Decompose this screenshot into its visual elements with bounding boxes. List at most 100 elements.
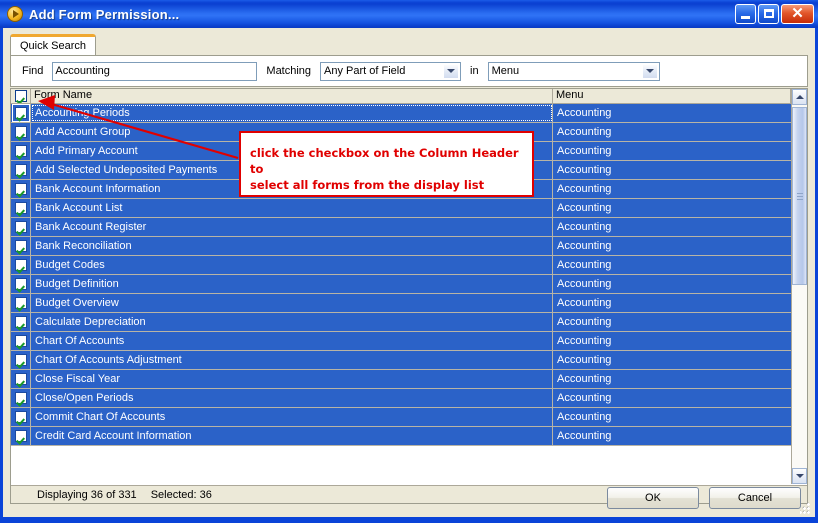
maximize-button[interactable] xyxy=(758,4,779,24)
table-row[interactable]: Bank Reconciliation Accounting xyxy=(11,237,807,256)
table-row[interactable]: Accounting Periods Accounting xyxy=(11,104,807,123)
row-checkbox-cell[interactable] xyxy=(11,256,31,274)
row-checkbox-cell[interactable] xyxy=(11,199,31,217)
row-checkbox-cell[interactable] xyxy=(11,294,31,312)
select-all-checkbox[interactable] xyxy=(14,90,27,102)
row-checkbox[interactable] xyxy=(14,259,27,271)
table-row[interactable]: Close Fiscal Year Accounting xyxy=(11,370,807,389)
row-checkbox-cell[interactable] xyxy=(11,237,31,255)
row-checkbox[interactable] xyxy=(14,107,27,119)
cell-menu: Accounting xyxy=(557,430,612,442)
row-checkbox[interactable] xyxy=(14,297,27,309)
column-header-menu[interactable]: Menu xyxy=(553,89,791,103)
play-circle-icon xyxy=(7,6,23,22)
cell-menu: Accounting xyxy=(557,278,612,290)
row-checkbox[interactable] xyxy=(14,164,27,176)
row-checkbox-cell[interactable] xyxy=(11,161,31,179)
row-checkbox[interactable] xyxy=(14,145,27,157)
ok-button[interactable]: OK xyxy=(607,487,699,509)
row-checkbox-cell[interactable] xyxy=(11,180,31,198)
matching-select[interactable]: Any Part of Field xyxy=(320,61,462,81)
table-row[interactable]: Bank Account Register Accounting xyxy=(11,218,807,237)
grid-vertical-scrollbar[interactable] xyxy=(791,89,807,484)
row-checkbox-cell[interactable] xyxy=(11,427,31,445)
in-field-select-value: Menu xyxy=(491,65,520,77)
find-label: Find xyxy=(22,65,44,77)
scroll-up-button[interactable] xyxy=(792,89,807,105)
row-checkbox[interactable] xyxy=(14,411,27,423)
row-checkbox[interactable] xyxy=(14,373,27,385)
quick-search-panel: Find Matching Any Part of Field in Menu xyxy=(10,55,808,87)
row-checkbox[interactable] xyxy=(14,278,27,290)
cell-menu: Accounting xyxy=(557,335,612,347)
row-checkbox[interactable] xyxy=(14,335,27,347)
grid-header-row: Form Name Menu xyxy=(11,89,807,104)
cell-form-name: Commit Chart Of Accounts xyxy=(31,408,553,426)
row-checkbox[interactable] xyxy=(14,202,27,214)
scrollbar-grip-icon xyxy=(797,193,803,200)
table-row[interactable]: Calculate Depreciation Accounting xyxy=(11,313,807,332)
cell-menu: Accounting xyxy=(557,240,612,252)
close-button[interactable]: ✕ xyxy=(781,4,814,24)
cell-menu: Accounting xyxy=(557,373,612,385)
row-checkbox[interactable] xyxy=(14,354,27,366)
table-row[interactable]: Budget Codes Accounting xyxy=(11,256,807,275)
minimize-button[interactable] xyxy=(735,4,756,24)
minimize-icon xyxy=(741,16,750,19)
cell-form-name: Budget Overview xyxy=(31,294,553,312)
row-checkbox-cell[interactable] xyxy=(11,142,31,160)
scrollbar-track[interactable] xyxy=(792,105,807,468)
row-checkbox-cell[interactable] xyxy=(11,123,31,141)
table-row[interactable]: Bank Account List Accounting xyxy=(11,199,807,218)
row-checkbox[interactable] xyxy=(14,221,27,233)
cell-menu: Accounting xyxy=(557,411,612,423)
row-checkbox-cell[interactable] xyxy=(11,104,31,122)
row-checkbox[interactable] xyxy=(14,126,27,138)
row-checkbox-cell[interactable] xyxy=(11,408,31,426)
scrollbar-thumb[interactable] xyxy=(792,107,807,285)
cell-menu: Accounting xyxy=(557,202,612,214)
cell-form-name: Close/Open Periods xyxy=(31,389,553,407)
cell-menu: Accounting xyxy=(557,221,612,233)
select-all-header-cell[interactable] xyxy=(11,89,31,103)
cell-menu: Accounting xyxy=(557,392,612,404)
annotation-callout: click the checkbox on the Column Header … xyxy=(239,131,534,197)
table-row[interactable]: Credit Card Account Information Accountin… xyxy=(11,427,807,446)
tab-quick-search[interactable]: Quick Search xyxy=(10,34,97,56)
window-controls: ✕ xyxy=(735,4,814,24)
cell-menu: Accounting xyxy=(557,164,612,176)
table-row[interactable]: Budget Overview Accounting xyxy=(11,294,807,313)
row-checkbox-cell[interactable] xyxy=(11,218,31,236)
in-field-select[interactable]: Menu xyxy=(487,61,660,81)
row-checkbox-cell[interactable] xyxy=(11,389,31,407)
scroll-down-button[interactable] xyxy=(792,468,807,484)
table-row[interactable]: Chart Of Accounts Adjustment Accounting xyxy=(11,351,807,370)
window-titlebar[interactable]: Add Form Permission... ✕ xyxy=(0,0,818,28)
row-checkbox[interactable] xyxy=(14,430,27,442)
cell-menu: Accounting xyxy=(557,183,612,195)
cell-menu: Accounting xyxy=(557,297,612,309)
row-checkbox[interactable] xyxy=(14,316,27,328)
cell-form-name: Chart Of Accounts Adjustment xyxy=(31,351,553,369)
table-row[interactable]: Chart Of Accounts Accounting xyxy=(11,332,807,351)
table-row[interactable]: Close/Open Periods Accounting xyxy=(11,389,807,408)
row-checkbox[interactable] xyxy=(14,240,27,252)
row-checkbox-cell[interactable] xyxy=(11,275,31,293)
cancel-button[interactable]: Cancel xyxy=(709,487,801,509)
resize-grip[interactable] xyxy=(800,502,812,514)
row-checkbox[interactable] xyxy=(14,392,27,404)
row-checkbox-cell[interactable] xyxy=(11,332,31,350)
add-form-permission-window: Add Form Permission... ✕ Quick Search Fi… xyxy=(0,0,818,523)
row-checkbox-cell[interactable] xyxy=(11,351,31,369)
matching-label: Matching xyxy=(266,65,312,77)
row-checkbox-cell[interactable] xyxy=(11,313,31,331)
row-checkbox-cell[interactable] xyxy=(11,370,31,388)
close-icon: ✕ xyxy=(791,5,804,22)
find-input[interactable] xyxy=(52,61,258,81)
table-row[interactable]: Budget Definition Accounting xyxy=(11,275,807,294)
dialog-button-bar: OK Cancel xyxy=(3,487,815,511)
column-header-form-name[interactable]: Form Name xyxy=(31,89,553,103)
cell-form-name: Close Fiscal Year xyxy=(31,370,553,388)
row-checkbox[interactable] xyxy=(14,183,27,195)
table-row[interactable]: Commit Chart Of Accounts Accounting xyxy=(11,408,807,427)
